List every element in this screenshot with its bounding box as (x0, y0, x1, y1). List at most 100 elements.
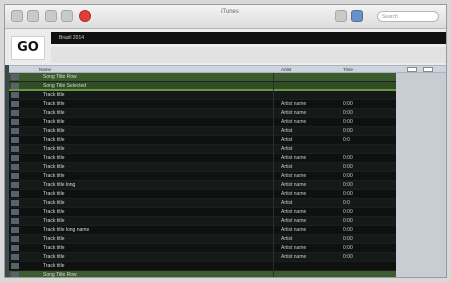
row-title: Track title (43, 236, 65, 242)
table-row[interactable]: Track title Artist name 0:00 (9, 100, 396, 109)
column-divider (273, 262, 274, 271)
table-row[interactable]: Track title Artist name 0:00 (9, 154, 396, 163)
view-option-button[interactable] (423, 67, 433, 72)
record-icon[interactable] (79, 10, 91, 22)
search-input[interactable]: Search (377, 11, 439, 22)
row-title: Track title (43, 146, 65, 152)
window-title: iTunes (221, 9, 239, 15)
table-row[interactable]: Track title Artist 0:00 (9, 235, 396, 244)
column-divider (273, 82, 274, 91)
table-row[interactable]: Track title (9, 91, 396, 100)
table-row[interactable]: Track title Artist name 0:00 (9, 109, 396, 118)
table-row[interactable]: Track title Artist name 0:00 (9, 253, 396, 262)
table-row[interactable]: Track title Artist name 0:00 (9, 190, 396, 199)
row-title: Track title (43, 128, 65, 134)
row-time: 0:00 (343, 191, 353, 197)
column-divider (273, 109, 274, 118)
column-divider (273, 136, 274, 145)
row-status-icon (11, 272, 19, 277)
table-row[interactable]: Track title Artist name 0:00 (9, 208, 396, 217)
column-divider (273, 127, 274, 136)
row-time: 0:00 (343, 173, 353, 179)
info-band (51, 47, 446, 63)
row-title: Track title (43, 92, 65, 98)
row-artist: Artist name (281, 227, 307, 233)
row-title: Track title long (43, 182, 76, 188)
column-divider (273, 217, 274, 226)
forward-button[interactable] (27, 10, 39, 22)
row-title: Track title long name (43, 227, 90, 233)
row-title: Track title (43, 110, 65, 116)
grid-view-button[interactable] (351, 10, 363, 22)
row-artist: Artist name (281, 245, 307, 251)
table-row[interactable]: Track title Artist name 0:00 (9, 172, 396, 181)
table-row[interactable]: Song Title Selected (9, 82, 396, 91)
row-status-icon (11, 245, 19, 251)
table-row[interactable]: Song Title Row (9, 271, 396, 277)
itunes-window: iTunes Search GO Brazil 2014 Name Artist… (4, 4, 447, 278)
row-title: Song Title Selected (43, 83, 87, 89)
table-row[interactable]: Track title Artist name 0:00 (9, 244, 396, 253)
table-row[interactable]: Track title long name Artist name 0:00 (9, 226, 396, 235)
back-button[interactable] (11, 10, 23, 22)
row-status-icon (11, 218, 19, 224)
column-divider (273, 154, 274, 163)
row-time: 0:0 (343, 137, 350, 143)
row-time: 0:00 (343, 182, 353, 188)
column-divider (273, 91, 274, 100)
row-artist: Artist name (281, 110, 307, 116)
row-status-icon (11, 110, 19, 116)
row-status-icon (11, 164, 19, 170)
column-divider (273, 100, 274, 109)
row-title: Track title (43, 254, 65, 260)
row-status-icon (11, 200, 19, 206)
view-option-button[interactable] (407, 67, 417, 72)
column-time[interactable]: Time (343, 67, 353, 72)
list-view-button[interactable] (335, 10, 347, 22)
row-time: 0:00 (343, 155, 353, 161)
row-status-icon (11, 119, 19, 125)
row-artist: Artist (281, 164, 293, 170)
row-time: 0:00 (343, 110, 353, 116)
row-artist: Artist (281, 137, 293, 143)
row-status-icon (11, 263, 19, 269)
row-status-icon (11, 182, 19, 188)
column-divider (273, 226, 274, 235)
table-row[interactable]: Track title Artist (9, 145, 396, 154)
table-row[interactable]: Track title Artist name 0:00 (9, 217, 396, 226)
row-status-icon (11, 191, 19, 197)
table-row[interactable]: Track title Artist 0:0 (9, 199, 396, 208)
column-divider (273, 172, 274, 181)
row-title: Track title (43, 209, 65, 215)
table-row[interactable]: Track title Artist name 0:00 (9, 118, 396, 127)
row-time: 0:00 (343, 101, 353, 107)
row-status-icon (11, 209, 19, 215)
column-artist[interactable]: Artist (281, 67, 291, 72)
column-name[interactable]: Name (39, 67, 51, 72)
row-time: 0:00 (343, 227, 353, 233)
column-divider (273, 190, 274, 199)
column-divider (273, 163, 274, 172)
row-status-icon (11, 155, 19, 161)
column-divider (273, 181, 274, 190)
table-row[interactable]: Track title Artist 0:00 (9, 163, 396, 172)
row-time: 0:00 (343, 254, 353, 260)
row-title: Track title (43, 245, 65, 251)
logo: GO (11, 36, 45, 60)
next-button[interactable] (61, 10, 73, 22)
column-divider (273, 235, 274, 244)
row-artist: Artist name (281, 173, 307, 179)
table-row[interactable]: Track title long Artist name 0:00 (9, 181, 396, 190)
row-title: Track title (43, 164, 65, 170)
table-row[interactable]: Track title Artist 0:0 (9, 136, 396, 145)
table-row[interactable]: Track title Artist 0:00 (9, 127, 396, 136)
row-time: 0:00 (343, 119, 353, 125)
row-status-icon (11, 137, 19, 143)
table-row[interactable]: Track title (9, 262, 396, 271)
column-divider (273, 253, 274, 262)
table-row[interactable]: Song Title Row (9, 73, 396, 82)
play-button[interactable] (45, 10, 57, 22)
row-artist: Artist name (281, 218, 307, 224)
row-time: 0:00 (343, 236, 353, 242)
row-title: Track title (43, 119, 65, 125)
